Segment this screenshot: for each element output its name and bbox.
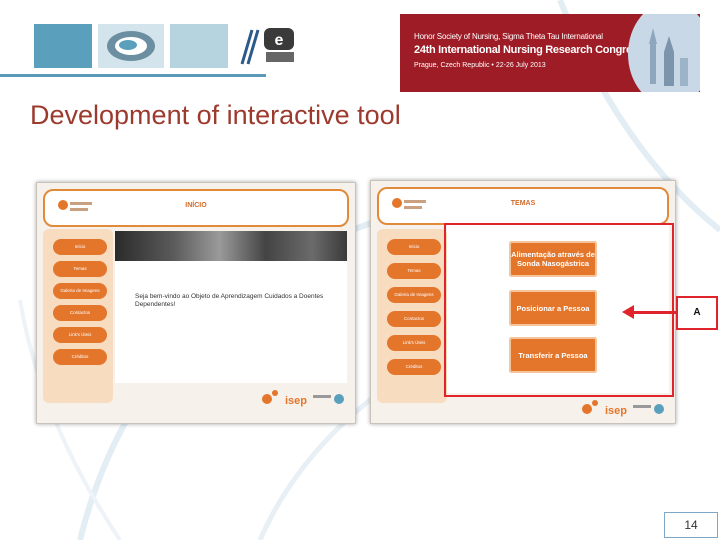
isep-logo-icon: isep bbox=[582, 400, 664, 417]
side-menu: Início Temas Galeria de Imagens Contacto… bbox=[377, 229, 447, 403]
school-logo-block-3 bbox=[170, 24, 228, 68]
content-area: Seja bem-vindo ao Objeto de Aprendizagem… bbox=[115, 231, 347, 383]
congress-banner: Honor Society of Nursing, Sigma Theta Ta… bbox=[400, 14, 700, 92]
institution-logos: e bbox=[34, 24, 300, 72]
menu-links-button[interactable]: Link's Úteis bbox=[53, 327, 107, 343]
menu-galeria-button[interactable]: Galeria de Imagens bbox=[387, 287, 441, 303]
menu-inicio-button[interactable]: Início bbox=[387, 239, 441, 255]
isep-logo-icon: isep bbox=[262, 390, 344, 407]
menu-creditos-button[interactable]: Créditos bbox=[53, 349, 107, 365]
menu-temas-button[interactable]: Temas bbox=[387, 263, 441, 279]
hands-photo bbox=[115, 231, 347, 261]
menu-galeria-button[interactable]: Galeria de Imagens bbox=[53, 283, 107, 299]
menu-links-button[interactable]: Link's Úteis bbox=[387, 335, 441, 351]
nursing-school-logo-icon bbox=[98, 24, 164, 68]
header-title: INÍCIO bbox=[185, 202, 207, 209]
banner-location: Prague, Czech Republic • 22-26 July 2013 bbox=[414, 62, 546, 69]
svg-text:e: e bbox=[275, 32, 284, 49]
screenshot-home: INÍCIO Início Temas Galeria de Imagens C… bbox=[36, 182, 356, 424]
page-number: 14 bbox=[664, 512, 718, 538]
side-menu: Início Temas Galeria de Imagens Contacto… bbox=[43, 229, 113, 403]
school-logo-block-1 bbox=[34, 24, 92, 68]
logo-underline bbox=[0, 74, 266, 77]
banner-society: Honor Society of Nursing, Sigma Theta Ta… bbox=[414, 32, 603, 41]
menu-inicio-button[interactable]: Início bbox=[53, 239, 107, 255]
topics-highlight-frame bbox=[444, 223, 674, 397]
banner-congress: 24th International Nursing Research Cong… bbox=[414, 44, 644, 56]
callout-label: A bbox=[676, 296, 718, 330]
svg-text:isep: isep bbox=[285, 395, 307, 407]
arrow-head bbox=[622, 305, 634, 319]
arrow-left-icon bbox=[630, 311, 676, 314]
prague-skyline-icon bbox=[628, 14, 700, 92]
menu-temas-button[interactable]: Temas bbox=[53, 261, 107, 277]
welcome-text: Seja bem-vindo ao Objeto de Aprendizagem… bbox=[135, 293, 324, 308]
header-title: TEMAS bbox=[510, 200, 536, 207]
menu-creditos-button[interactable]: Créditos bbox=[387, 359, 441, 375]
app-header: TEMAS bbox=[377, 187, 669, 225]
menu-contactos-button[interactable]: Contactos bbox=[53, 305, 107, 321]
app-header: INÍCIO bbox=[43, 189, 349, 227]
e-learning-logo-icon: e bbox=[234, 24, 300, 68]
svg-text:isep: isep bbox=[605, 405, 627, 417]
menu-contactos-button[interactable]: Contactos bbox=[387, 311, 441, 327]
slide-title: Development of interactive tool bbox=[30, 100, 401, 130]
